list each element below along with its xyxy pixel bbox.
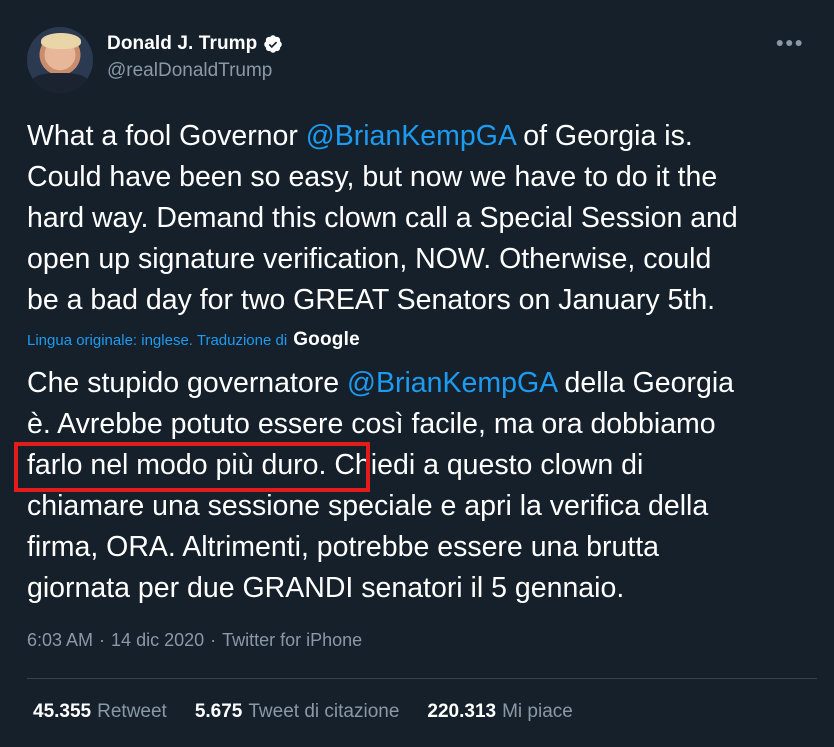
text-span: Che stupido governatore — [27, 367, 348, 399]
stat-label: Retweet — [97, 701, 167, 722]
text-line: hard way. Demand this clown call a Speci… — [27, 202, 738, 234]
quote-tweet-count[interactable]: 5.675 Tweet di citazione — [195, 701, 400, 723]
text-line: What a fool Governor @BrianKempGA of Geo… — [27, 116, 817, 157]
more-horizontal-icon[interactable]: ●●● — [776, 34, 804, 50]
tweet-source[interactable]: Twitter for iPhone — [222, 630, 362, 650]
text-line: è. Avrebbe potuto essere così facile, ma… — [27, 408, 716, 440]
text-line: chiamare una sessione speciale e apri la… — [27, 490, 709, 522]
author-name-row[interactable]: Donald J. Trump — [107, 33, 283, 55]
tweet-card: Donald J. Trump @realDonaldTrump ●●● Wha… — [0, 0, 834, 747]
author-avatar[interactable] — [27, 27, 93, 93]
text-span: of Georgia is. — [515, 120, 693, 152]
text-line: open up signature verification, NOW. Oth… — [27, 243, 712, 275]
avatar-hair — [41, 33, 81, 49]
tweet-metadata: 6:03 AM · 14 dic 2020 · Twitter for iPhone — [27, 630, 362, 651]
avatar-suit — [31, 73, 89, 93]
like-count[interactable]: 220.313 Mi piace — [427, 701, 572, 723]
google-logo: Google — [293, 329, 360, 350]
author-handle[interactable]: @realDonaldTrump — [107, 60, 272, 82]
stat-label: Mi piace — [502, 701, 573, 722]
author-display-name[interactable]: Donald J. Trump — [107, 33, 257, 55]
translation-attribution: Lingua originale: inglese. Traduzione di… — [27, 329, 360, 351]
text-line: Che stupido governatore @BrianKempGA del… — [27, 363, 817, 404]
tweet-time[interactable]: 6:03 AM — [27, 630, 93, 650]
stat-label: Tweet di citazione — [248, 701, 400, 722]
mention-link[interactable]: @BrianKempGA — [306, 120, 516, 152]
text-span: What a fool Governor — [27, 120, 306, 152]
mention-link[interactable]: @BrianKempGA — [347, 367, 557, 399]
verified-badge-icon — [264, 35, 283, 53]
separator: · — [99, 630, 106, 650]
text-line: be a bad day for two GREAT Senators on J… — [27, 284, 716, 316]
translation-note-text[interactable]: Lingua originale: inglese. Traduzione di — [27, 332, 287, 349]
tweet-original-text: What a fool Governor @BrianKempGA of Geo… — [27, 116, 817, 321]
tweet-date[interactable]: 14 dic 2020 — [111, 630, 204, 650]
stat-number: 5.675 — [194, 701, 243, 722]
text-line: firma, ORA. Altrimenti, potrebbe essere … — [27, 531, 660, 563]
red-highlight-box — [14, 442, 370, 492]
retweet-count[interactable]: 45.355 Retweet — [33, 701, 167, 723]
separator: · — [210, 630, 217, 650]
stat-number: 45.355 — [33, 701, 92, 722]
text-line: giornata per due GRANDI senatori il 5 ge… — [27, 572, 625, 604]
text-line: Could have been so easy, but now we have… — [27, 161, 718, 193]
tweet-stats: 45.355 Retweet 5.675 Tweet di citazione 22… — [33, 701, 601, 723]
text-span: della Georgia — [556, 367, 735, 399]
stat-number: 220.313 — [427, 701, 497, 722]
divider — [27, 678, 817, 679]
